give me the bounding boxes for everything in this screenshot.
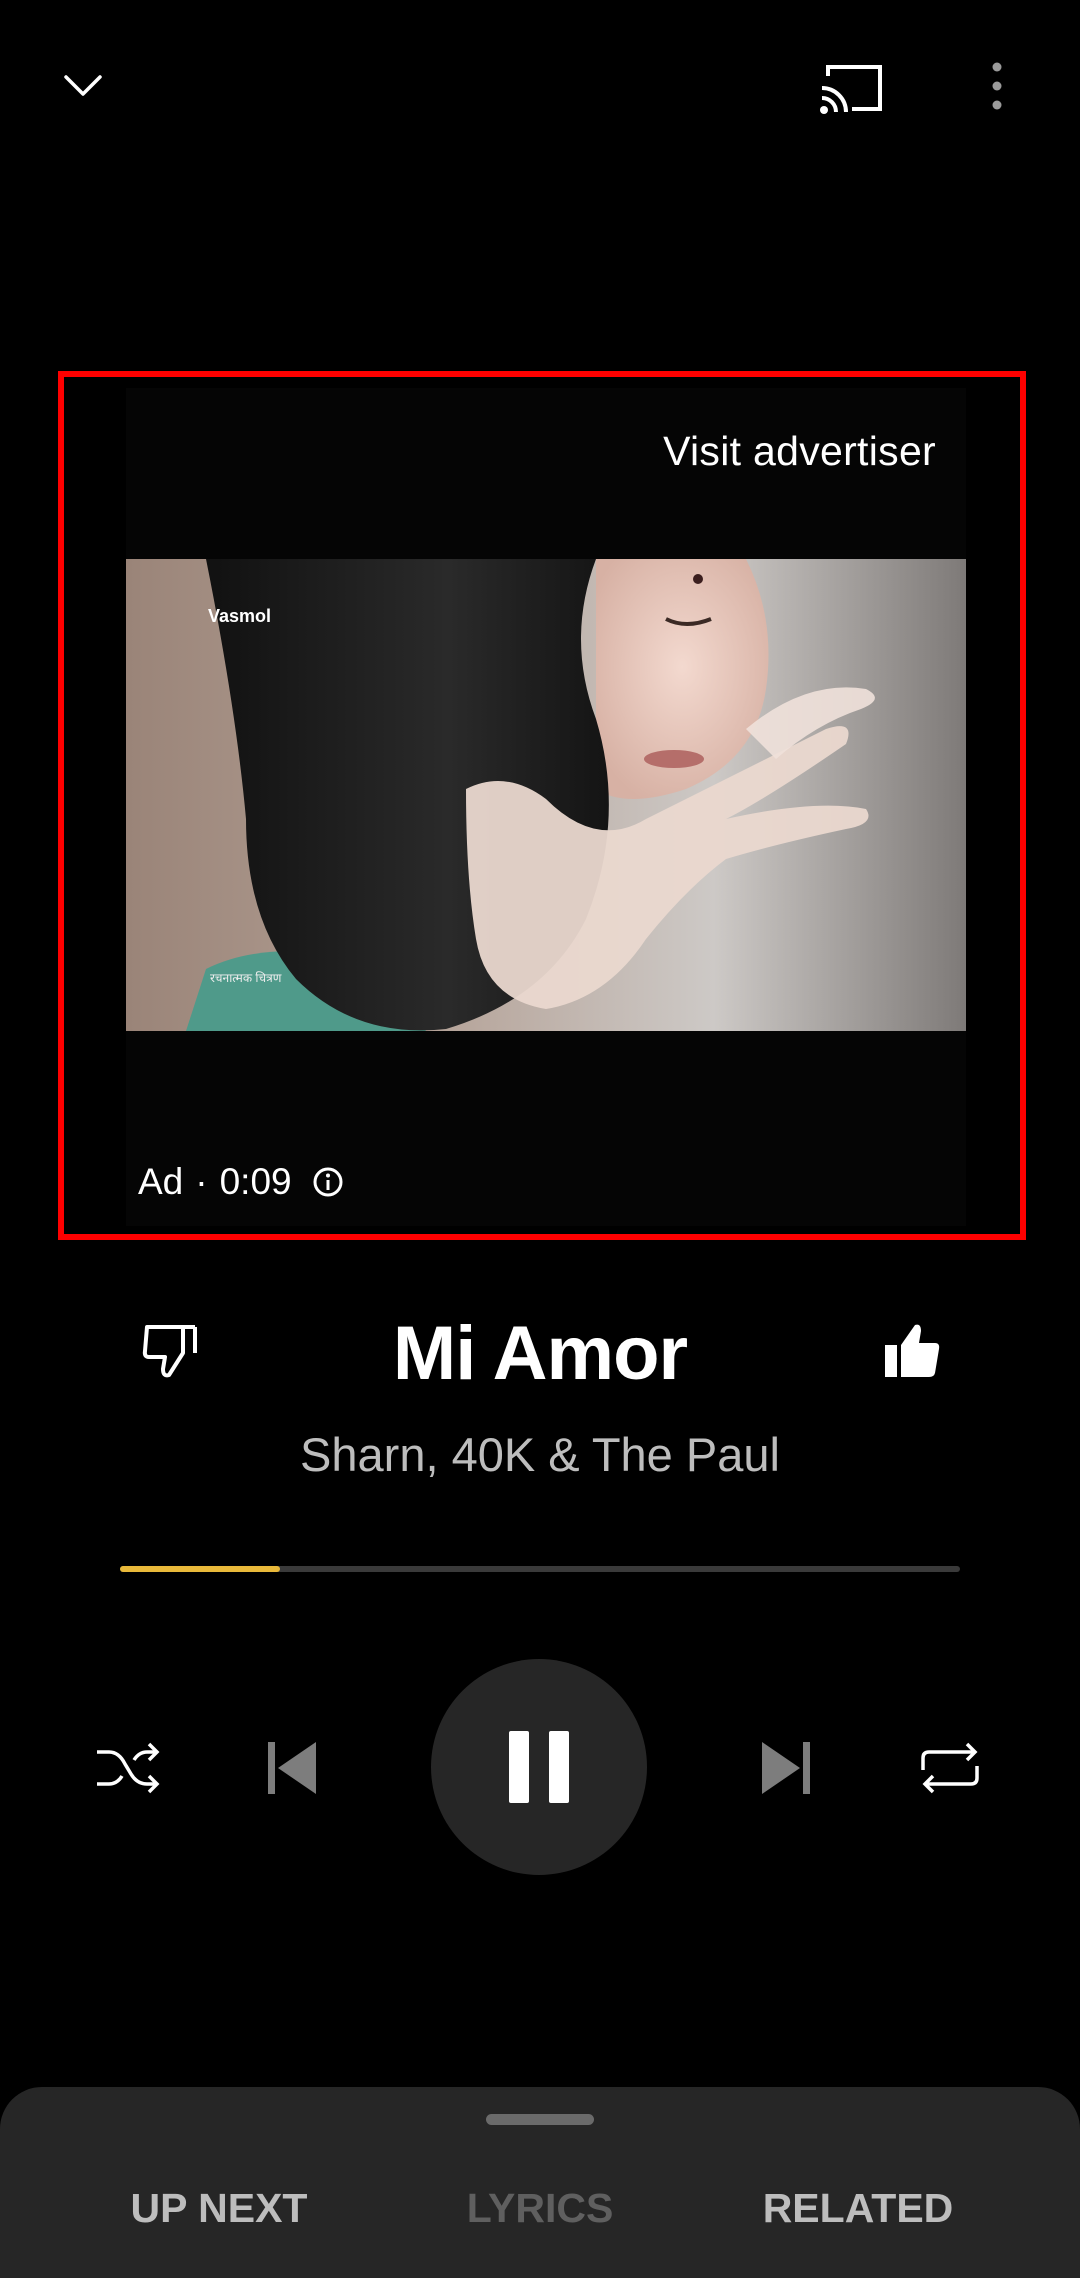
bottom-sheet[interactable]: UP NEXT LYRICS RELATED (0, 2087, 1080, 2278)
repeat-icon (921, 1742, 979, 1794)
next-button[interactable] (746, 1732, 826, 1804)
tab-lyrics[interactable]: LYRICS (390, 2185, 690, 2232)
tab-up-next[interactable]: UP NEXT (69, 2185, 369, 2232)
ad-player[interactable]: Visit advertiser Vasmol रचनात्मक चित्रण … (126, 388, 966, 1226)
chevron-down-icon (64, 75, 102, 96)
ad-video-frame (126, 559, 966, 1031)
repeat-button[interactable] (910, 1732, 990, 1804)
progress-bar[interactable] (120, 1566, 960, 1572)
shuffle-button[interactable] (88, 1732, 168, 1804)
visit-advertiser-button[interactable]: Visit advertiser (663, 428, 936, 475)
previous-button[interactable] (252, 1732, 332, 1804)
like-button[interactable] (872, 1316, 952, 1386)
ad-brand-watermark: Vasmol (208, 606, 272, 626)
ad-container: Visit advertiser Vasmol रचनात्मक चित्रण … (58, 371, 1026, 1240)
cast-button[interactable] (812, 56, 892, 120)
ad-label: Ad (138, 1161, 184, 1202)
more-vert-icon (992, 62, 1002, 110)
song-artist: Sharn, 40K & The Paul (300, 1428, 780, 1481)
pause-icon (509, 1731, 569, 1803)
tab-related[interactable]: RELATED (708, 2185, 1008, 2232)
drag-handle[interactable] (486, 2114, 594, 2125)
ad-remaining-time: 0:09 (219, 1161, 292, 1202)
ad-video[interactable]: Vasmol रचनात्मक चित्रण (126, 559, 966, 1031)
shuffle-icon (97, 1742, 160, 1794)
progress-fill (120, 1566, 280, 1572)
pause-button[interactable] (431, 1659, 647, 1875)
thumbs-up-icon (885, 1324, 940, 1377)
skip-next-icon (762, 1742, 810, 1794)
info-icon (313, 1167, 343, 1197)
ad-separator: · (195, 1161, 208, 1202)
ad-status: Ad · 0:09 (138, 1161, 344, 1203)
ad-disclaimer-text: रचनात्मक चित्रण (210, 971, 282, 985)
more-options-button[interactable] (972, 56, 1022, 116)
cast-icon (820, 65, 882, 114)
collapse-button[interactable] (50, 56, 116, 116)
skip-previous-icon (268, 1742, 316, 1794)
ad-info-button[interactable] (312, 1166, 344, 1198)
